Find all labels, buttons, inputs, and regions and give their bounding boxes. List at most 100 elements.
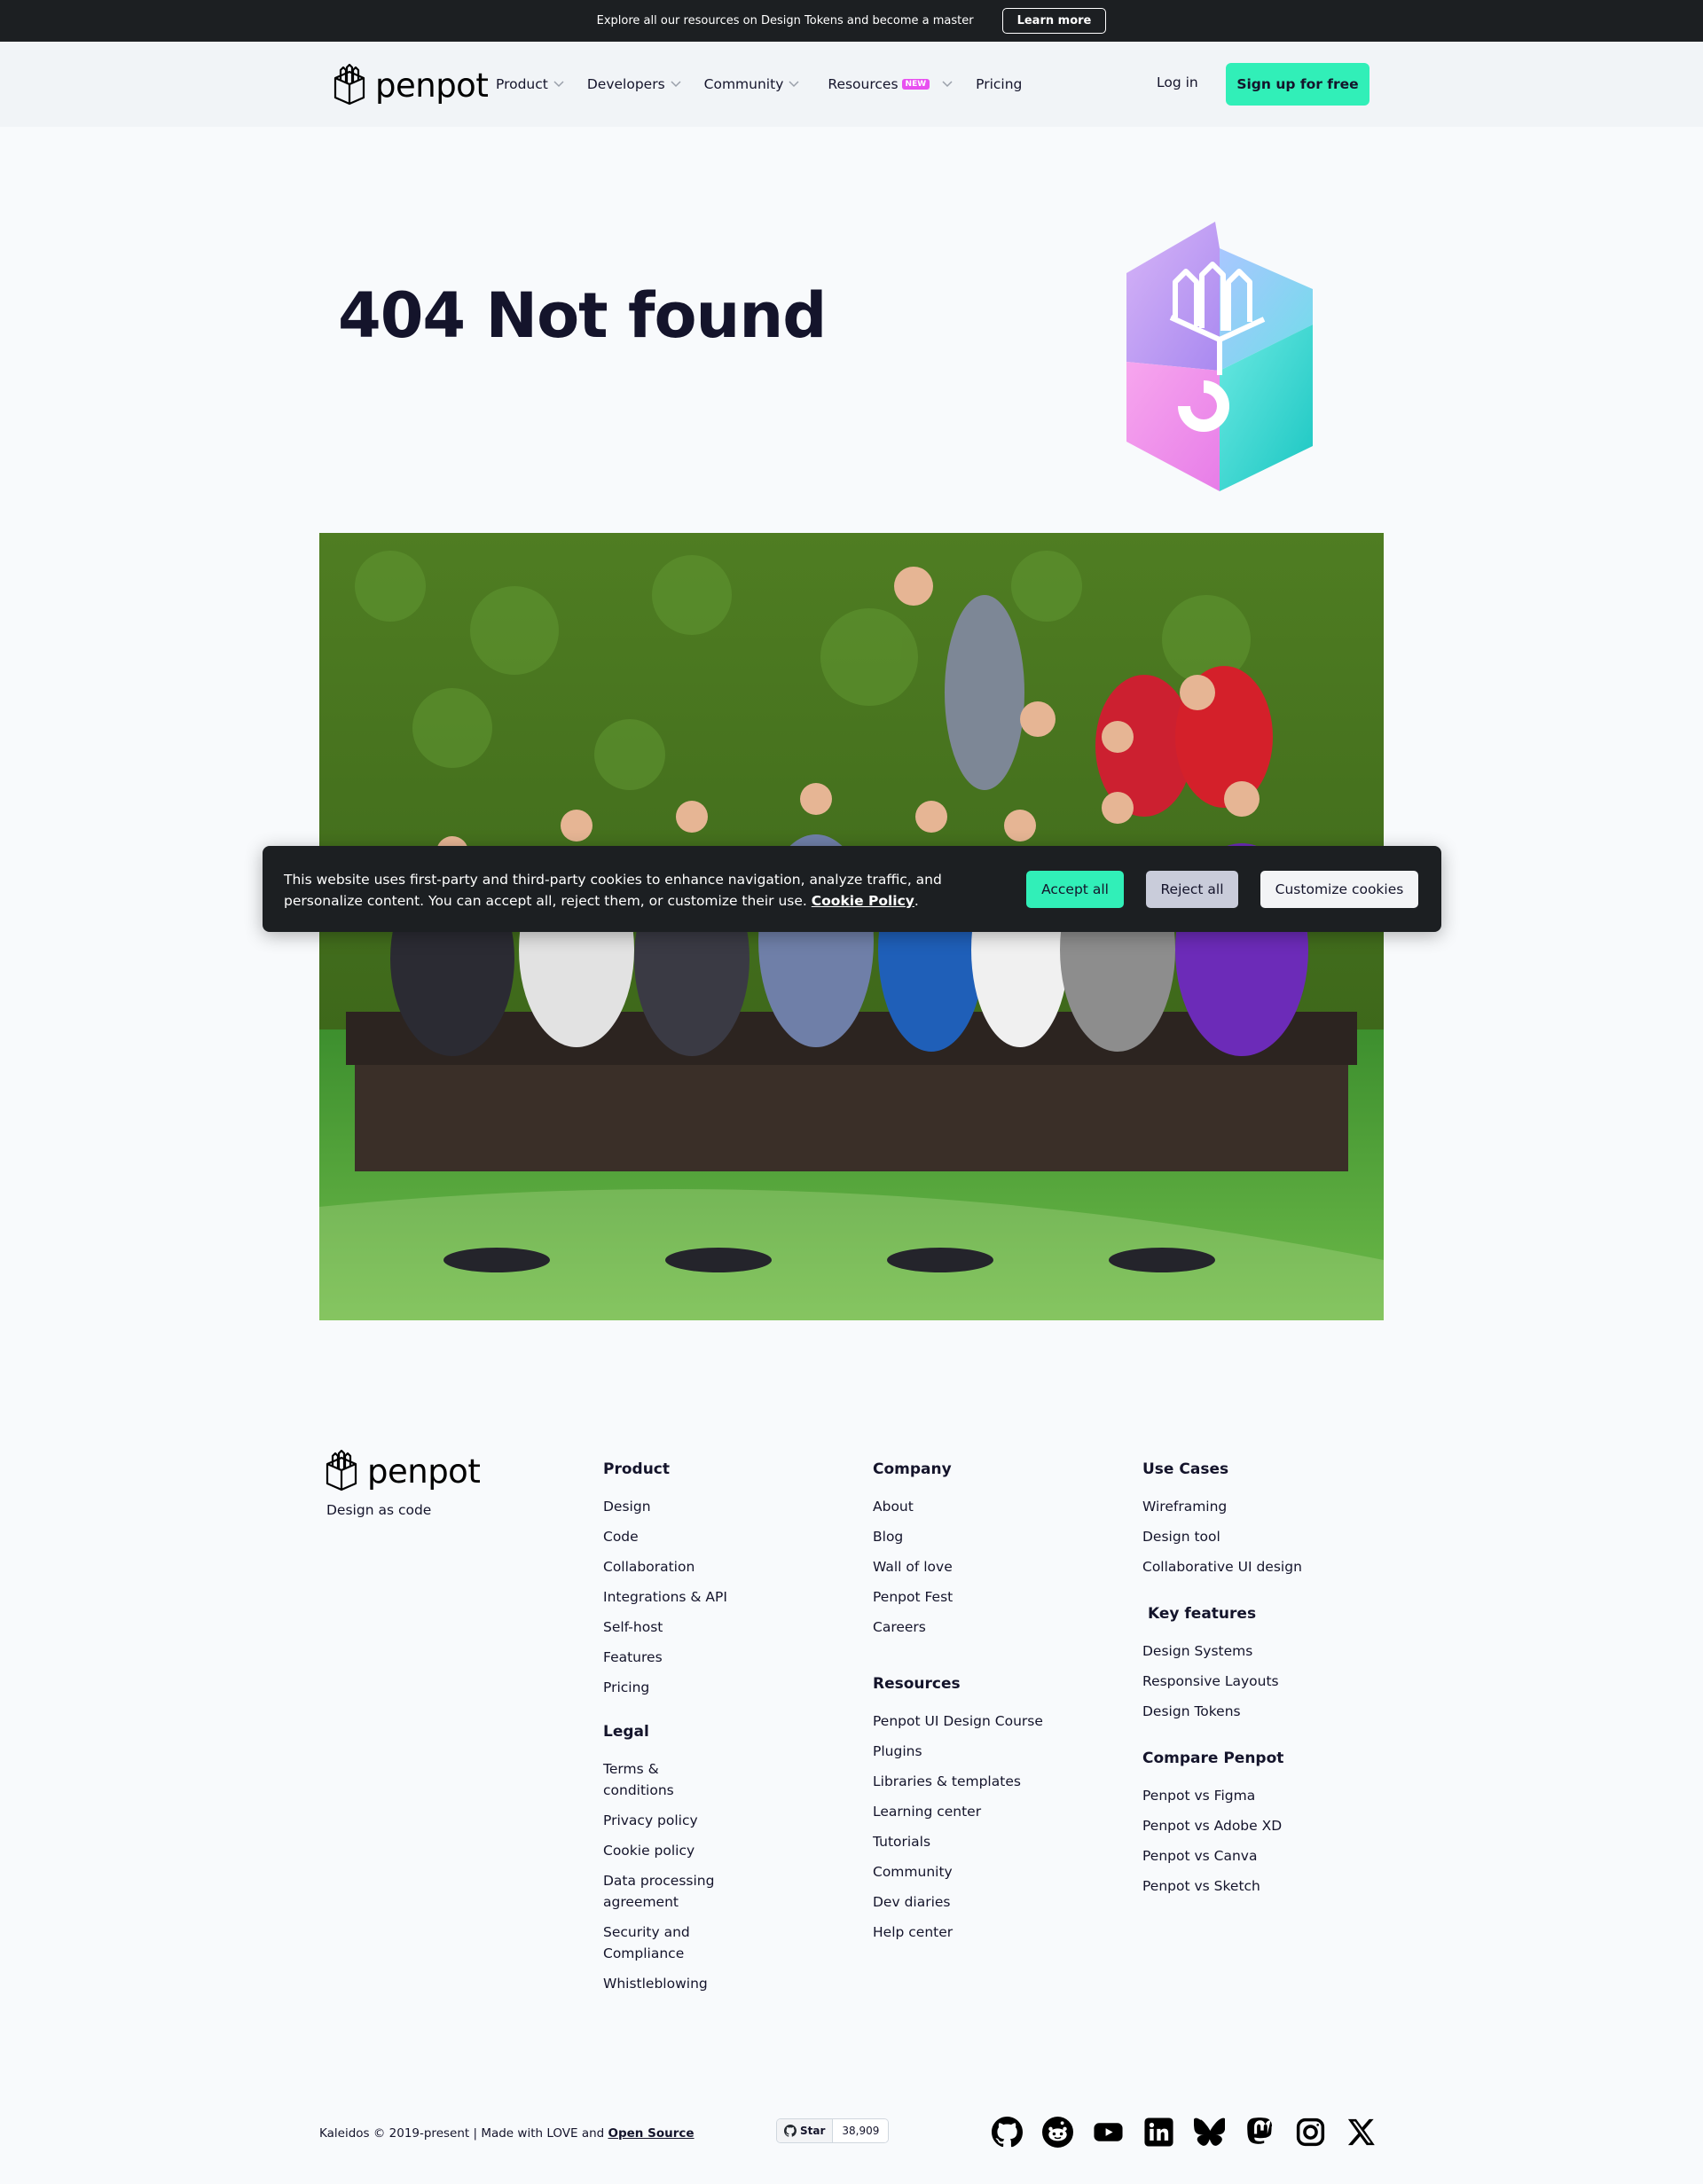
footer-link[interactable]: Collaborative UI design: [1142, 1556, 1302, 1577]
footer-link[interactable]: Self-host: [603, 1616, 727, 1638]
announcement-bar: Explore all our resources on Design Toke…: [0, 0, 1703, 42]
linkedin-icon[interactable]: [1143, 2117, 1174, 2148]
nav-community[interactable]: Community: [704, 76, 800, 92]
footer-link[interactable]: Blog: [873, 1526, 953, 1547]
footer-link[interactable]: Libraries & templates: [873, 1771, 1043, 1792]
footer-link[interactable]: Penpot vs Figma: [1142, 1785, 1283, 1806]
nav-resources-label: Resources: [828, 76, 899, 92]
penpot-3d-logo-illustration: [1126, 222, 1313, 491]
footer-compare-column: Compare Penpot Penpot vs Figma Penpot vs…: [1142, 1750, 1283, 1897]
nav-product[interactable]: Product: [496, 76, 564, 92]
footer-resources-heading: Resources: [873, 1675, 961, 1693]
reddit-icon[interactable]: [1042, 2117, 1073, 2148]
github-star-label-wrap: Star: [777, 2119, 834, 2142]
cookie-banner: This website uses first-party and third-…: [263, 846, 1441, 932]
nav-developers-label: Developers: [586, 76, 665, 92]
footer-tagline: Design as code: [326, 1502, 432, 1518]
page-title: 404 Not found: [338, 279, 827, 352]
signup-button[interactable]: Sign up for free: [1226, 63, 1369, 106]
footer-legal-heading: Legal: [603, 1723, 649, 1741]
footer-link[interactable]: Penpot vs Adobe XD: [1142, 1815, 1283, 1836]
footer-link[interactable]: Responsive Layouts: [1142, 1671, 1279, 1692]
nav-community-label: Community: [703, 76, 784, 92]
penpot-logo-icon: [334, 64, 365, 106]
nav-pricing[interactable]: Pricing: [976, 76, 1022, 92]
announcement-text: Explore all our resources on Design Toke…: [596, 14, 974, 27]
footer-link[interactable]: Design tool: [1142, 1526, 1302, 1547]
footer-company-column: Company About Blog Wall of love Penpot F…: [873, 1460, 953, 1638]
instagram-icon[interactable]: [1295, 2117, 1326, 2148]
chevron-down-icon: [671, 81, 681, 88]
footer-link[interactable]: Features: [603, 1647, 727, 1668]
footer-link[interactable]: Code: [603, 1526, 727, 1547]
nav-pricing-label: Pricing: [976, 76, 1023, 92]
footer-link[interactable]: Dev diaries: [873, 1891, 1043, 1913]
footer-logo[interactable]: penpot: [325, 1450, 481, 1492]
footer-link[interactable]: Whistleblowing: [603, 1973, 736, 1994]
login-link[interactable]: Log in: [1157, 74, 1198, 90]
copyright: Kaleidos © 2019-present | Made with LOVE…: [319, 2126, 695, 2141]
footer-company-heading: Company: [873, 1460, 952, 1478]
nav-developers[interactable]: Developers: [587, 76, 681, 92]
footer-link[interactable]: Integrations & API: [603, 1586, 727, 1608]
copyright-text: Kaleidos © 2019-present | Made with LOVE…: [319, 2126, 608, 2141]
footer-link[interactable]: Cookie policy: [603, 1840, 736, 1861]
github-star-label: Star: [800, 2125, 826, 2137]
accept-all-button[interactable]: Accept all: [1026, 871, 1124, 908]
footer-legal-column: Legal Terms & conditions Privacy policy …: [603, 1723, 736, 1994]
footer-link[interactable]: Tutorials: [873, 1831, 1043, 1852]
footer-key-features-column: Key features Design Systems Responsive L…: [1142, 1605, 1279, 1722]
footer-link[interactable]: Penpot vs Sketch: [1142, 1875, 1283, 1897]
footer-link[interactable]: Wireframing: [1142, 1496, 1302, 1517]
footer-key-features-heading: Key features: [1148, 1605, 1257, 1623]
footer-link[interactable]: Help center: [873, 1922, 1043, 1943]
footer-link[interactable]: Penpot vs Canva: [1142, 1845, 1283, 1867]
footer-link[interactable]: Penpot Fest: [873, 1586, 953, 1608]
footer-use-cases-column: Use Cases Wireframing Design tool Collab…: [1142, 1460, 1302, 1577]
footer-link[interactable]: Design Tokens: [1142, 1701, 1279, 1722]
footer-link[interactable]: Plugins: [873, 1741, 1043, 1762]
nav-product-label: Product: [496, 76, 548, 92]
main-nav: Product Developers Community Resources N…: [496, 42, 1045, 127]
footer-link[interactable]: Collaboration: [603, 1556, 727, 1577]
mastodon-icon[interactable]: [1244, 2117, 1275, 2148]
chevron-down-icon: [789, 81, 799, 88]
footer-link[interactable]: Data processing agreement: [603, 1870, 736, 1913]
github-icon: [784, 2125, 797, 2137]
penpot-logo-icon: [326, 1450, 357, 1491]
github-star-button[interactable]: Star 38,909: [776, 2118, 890, 2143]
footer-link[interactable]: Wall of love: [873, 1556, 953, 1577]
footer-link[interactable]: Penpot UI Design Course: [873, 1710, 1043, 1732]
cookie-policy-link[interactable]: Cookie Policy: [812, 893, 914, 909]
footer-link[interactable]: Terms & conditions: [603, 1758, 736, 1801]
footer-product-heading: Product: [603, 1460, 670, 1478]
x-icon[interactable]: [1346, 2117, 1377, 2148]
reject-all-button[interactable]: Reject all: [1146, 871, 1238, 908]
new-badge: NEW: [901, 79, 930, 90]
open-source-link[interactable]: Open Source: [608, 2126, 695, 2141]
learn-more-button[interactable]: Learn more: [1001, 8, 1107, 34]
github-icon[interactable]: [992, 2117, 1023, 2148]
footer-link[interactable]: Learning center: [873, 1801, 1043, 1822]
penpot-logo[interactable]: penpot: [333, 64, 489, 106]
footer-link[interactable]: Privacy policy: [603, 1810, 736, 1831]
nav-resources[interactable]: Resources NEW: [828, 76, 953, 92]
footer-logo-text: penpot: [367, 1452, 481, 1491]
social-links: [992, 2117, 1377, 2148]
bluesky-icon[interactable]: [1194, 2117, 1225, 2148]
footer-link[interactable]: Security and Compliance: [603, 1922, 736, 1964]
footer-link[interactable]: Design: [603, 1496, 727, 1517]
cookie-text-block: This website uses first-party and third-…: [284, 872, 942, 909]
footer-link[interactable]: Careers: [873, 1616, 953, 1638]
chevron-down-icon: [942, 81, 953, 88]
chevron-down-icon: [553, 81, 564, 88]
customize-cookies-button[interactable]: Customize cookies: [1260, 871, 1418, 908]
footer-product-column: Product Design Code Collaboration Integr…: [603, 1460, 727, 1698]
footer-link[interactable]: About: [873, 1496, 953, 1517]
footer-compare-heading: Compare Penpot: [1142, 1750, 1284, 1767]
footer-link[interactable]: Design Systems: [1142, 1640, 1279, 1662]
footer-link[interactable]: Pricing: [603, 1677, 727, 1698]
footer-use-cases-heading: Use Cases: [1142, 1460, 1229, 1478]
youtube-icon[interactable]: [1093, 2117, 1124, 2148]
footer-link[interactable]: Community: [873, 1861, 1043, 1883]
